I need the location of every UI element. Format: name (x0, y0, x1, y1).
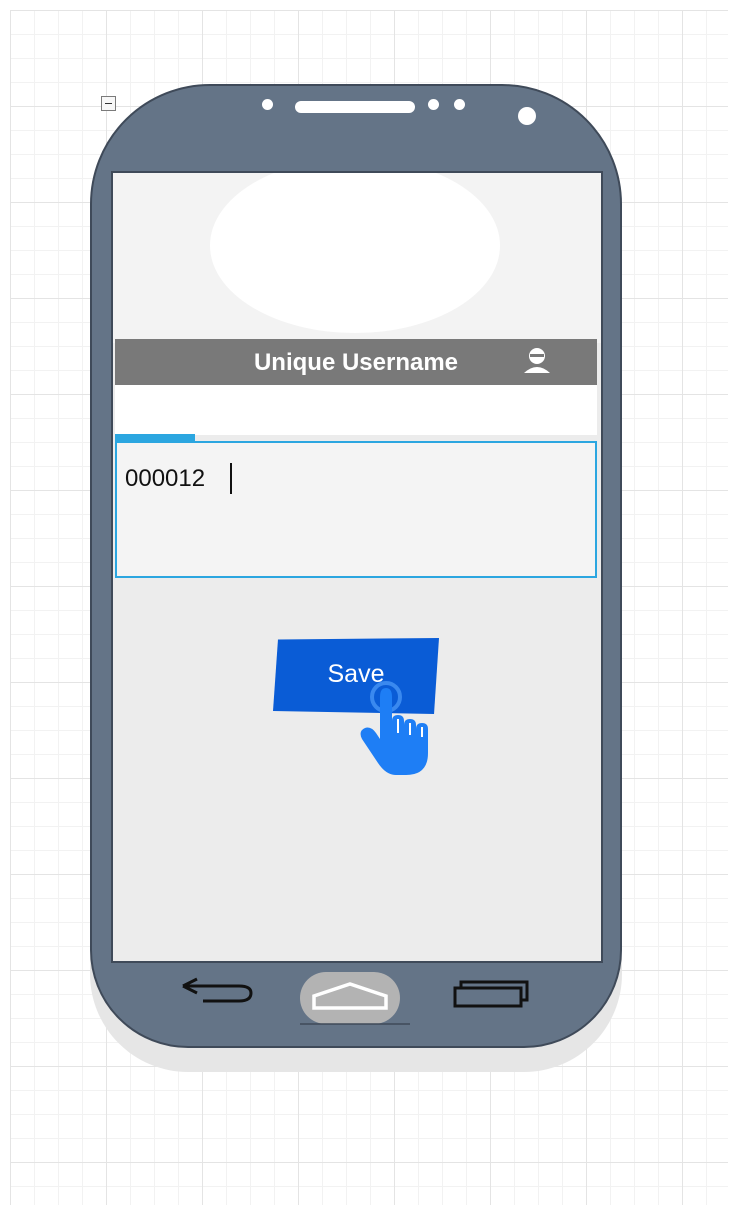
home-icon[interactable] (298, 970, 414, 1026)
collapse-icon[interactable] (101, 96, 116, 111)
field-label-area (115, 385, 597, 435)
canvas-margin (728, 0, 738, 1215)
recent-apps-icon[interactable] (447, 976, 533, 1010)
text-caret (230, 463, 232, 494)
canvas-margin (0, 1205, 738, 1215)
sensor-dot (428, 99, 439, 110)
canvas-margin (0, 0, 738, 10)
title-bar: Unique Username (115, 339, 597, 385)
user-icon (524, 348, 550, 373)
username-value: 000012 (125, 465, 206, 492)
phone-screen: Unique Username 000012 Save (111, 171, 603, 963)
sensor-dot (454, 99, 465, 110)
username-input[interactable]: 000012 (115, 441, 597, 578)
hand-pointer-icon (360, 681, 428, 775)
speaker-grille (295, 101, 415, 113)
front-camera (518, 107, 536, 125)
canvas-margin (0, 0, 10, 1215)
sensor-dot (262, 99, 273, 110)
back-arrow-icon[interactable] (177, 975, 257, 1005)
